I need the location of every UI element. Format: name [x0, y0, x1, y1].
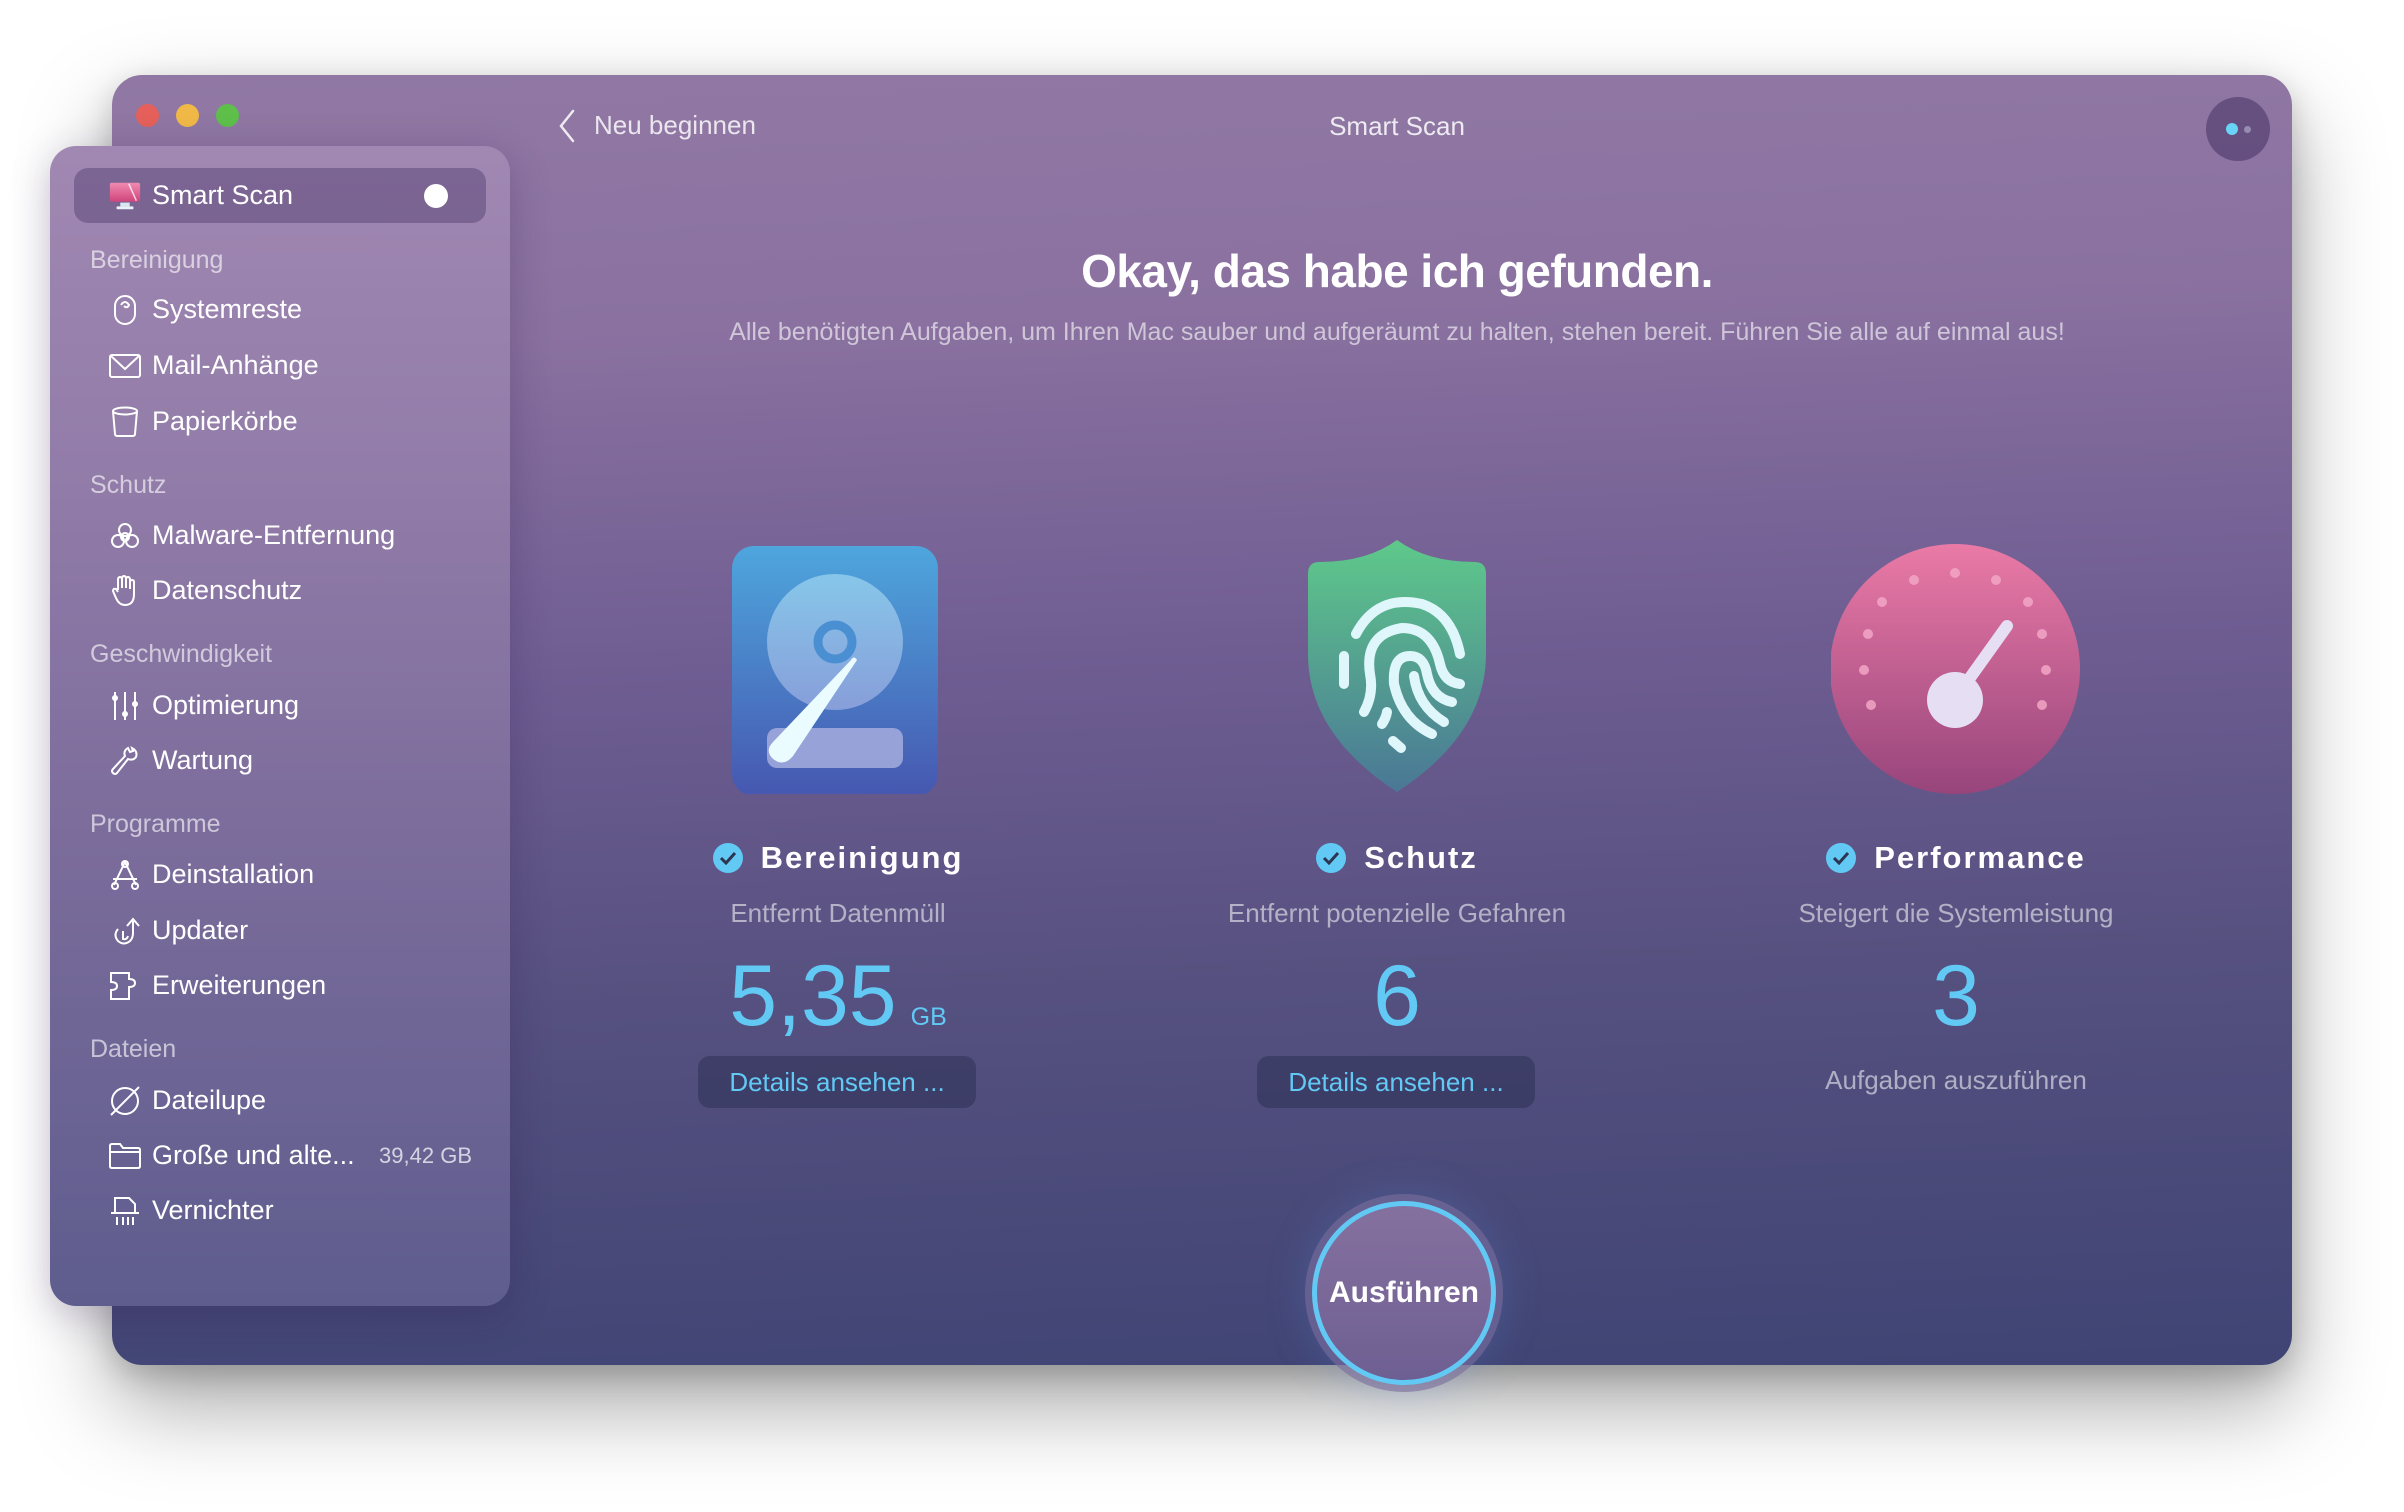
sidebar-item-label: Mail-Anhänge: [152, 350, 319, 380]
card-value: 5,35 GB: [558, 946, 1118, 1067]
sidebar-item-updater[interactable]: Updater: [74, 903, 486, 958]
section-label-bereinigung: Bereinigung: [90, 246, 224, 274]
sidebar: Smart Scan Bereinigung Systemreste Mail-…: [50, 146, 510, 1306]
run-button[interactable]: Ausführen: [1312, 1201, 1496, 1385]
folder-icon: [108, 1139, 142, 1173]
back-button[interactable]: Neu beginnen: [594, 110, 756, 141]
section-label-schutz: Schutz: [90, 471, 167, 499]
wrench-icon: [108, 744, 142, 778]
section-label-programme: Programme: [90, 810, 221, 838]
card-protection: Schutz Entfernt potenzielle Gefahren 6 D…: [1117, 510, 1677, 1110]
card-performance: Performance Steigert die Systemleistung …: [1676, 510, 2236, 1110]
trash-icon: [108, 405, 142, 439]
assistant-dot-small-icon: [2244, 126, 2251, 133]
page-heading: Okay, das habe ich gefunden.: [1081, 245, 1713, 297]
assistant-dot-icon: [2226, 123, 2238, 135]
shield-fingerprint-icon: [1272, 524, 1522, 794]
space-lens-icon: [108, 1084, 142, 1118]
card-description: Entfernt Datenmüll: [730, 898, 946, 928]
card-title-row: Performance: [1676, 840, 2236, 876]
sidebar-item-label: Datenschutz: [152, 575, 303, 605]
sliders-icon: [108, 689, 142, 723]
sidebar-item-size: 39,42 GB: [379, 1142, 472, 1168]
monitor-icon: [108, 179, 142, 213]
speedometer-icon: [1830, 524, 2081, 794]
checkmark-icon: [1826, 843, 1857, 873]
sidebar-item-label: Updater: [152, 915, 249, 945]
sidebar-item-deinstallation[interactable]: Deinstallation: [74, 847, 486, 902]
card-title-row: Bereinigung: [558, 840, 1118, 876]
sidebar-item-label: Dateilupe: [152, 1085, 267, 1115]
value-number: 5,35: [729, 948, 897, 1044]
updater-icon: [108, 914, 142, 948]
card-cleanup: Bereinigung Entfernt Datenmüll 5,35 GB De…: [558, 510, 1118, 1110]
sidebar-item-label: Erweiterungen: [152, 970, 327, 1000]
sidebar-item-optimierung[interactable]: Optimierung: [74, 678, 486, 733]
sidebar-item-systemreste[interactable]: Systemreste: [74, 282, 486, 337]
sidebar-item-mail-anhaenge[interactable]: Mail-Anhänge: [74, 338, 486, 393]
sidebar-item-dateilupe[interactable]: Dateilupe: [74, 1073, 486, 1128]
sidebar-item-label: Große und alte...: [152, 1140, 355, 1170]
extensions-icon: [108, 969, 142, 1003]
window-title: Smart Scan: [1329, 111, 1465, 141]
card-title: Performance: [1874, 840, 2086, 875]
shredder-icon: [108, 1194, 142, 1228]
chevron-left-icon[interactable]: [557, 108, 577, 144]
sidebar-item-label: Vernichter: [152, 1195, 274, 1225]
sidebar-item-grosse-und-alte[interactable]: Große und alte... 39,42 GB: [74, 1128, 486, 1183]
minimize-window-button[interactable]: [176, 104, 199, 127]
card-footer-text: Aufgaben auszuführen: [1825, 1065, 2087, 1095]
uninstaller-icon: [108, 858, 142, 892]
sidebar-item-smart-scan[interactable]: Smart Scan: [74, 168, 486, 223]
zoom-window-button[interactable]: [216, 104, 239, 127]
card-value: 6: [1373, 948, 1421, 1044]
sidebar-item-label: Smart Scan: [152, 180, 294, 210]
checkmark-icon: [712, 843, 743, 873]
biohazard-icon: [108, 519, 142, 553]
card-value: 3: [1932, 948, 1980, 1044]
card-title-row: Schutz: [1117, 840, 1677, 876]
details-button-cleanup[interactable]: Details ansehen ...: [698, 1056, 976, 1108]
card-description: Steigert die Systemleistung: [1798, 898, 2114, 928]
sidebar-item-label: Optimierung: [152, 690, 300, 720]
assistant-button[interactable]: [2206, 97, 2270, 161]
card-title: Schutz: [1364, 840, 1478, 875]
status-dot-icon: [424, 183, 448, 208]
card-description: Entfernt potenzielle Gefahren: [1227, 898, 1567, 928]
sidebar-item-vernichter[interactable]: Vernichter: [74, 1183, 486, 1238]
section-label-dateien: Dateien: [90, 1035, 177, 1063]
system-junk-icon: [108, 293, 142, 327]
sidebar-item-papierkoerbe[interactable]: Papierkörbe: [74, 394, 486, 449]
sidebar-item-malware-entfernung[interactable]: Malware-Entfernung: [74, 508, 486, 563]
sidebar-item-label: Wartung: [152, 745, 254, 775]
sidebar-item-erweiterungen[interactable]: Erweiterungen: [74, 958, 486, 1013]
sidebar-item-label: Systemreste: [152, 294, 303, 324]
section-label-geschwindigkeit: Geschwindigkeit: [90, 640, 273, 668]
hard-drive-icon: [713, 524, 963, 796]
mail-icon: [108, 349, 142, 383]
checkmark-icon: [1316, 843, 1347, 873]
sidebar-item-label: Malware-Entfernung: [152, 520, 396, 550]
sidebar-item-label: Deinstallation: [152, 859, 315, 889]
sidebar-item-label: Papierkörbe: [152, 406, 298, 436]
hand-icon: [108, 574, 142, 608]
value-unit: GB: [910, 1003, 947, 1031]
sidebar-item-wartung[interactable]: Wartung: [74, 733, 486, 788]
page-subheading: Alle benötigten Aufgaben, um Ihren Mac s…: [729, 318, 2065, 346]
close-window-button[interactable]: [136, 104, 159, 127]
card-title: Bereinigung: [760, 840, 964, 875]
sidebar-item-datenschutz[interactable]: Datenschutz: [74, 563, 486, 618]
details-button-protection[interactable]: Details ansehen ...: [1257, 1056, 1535, 1108]
